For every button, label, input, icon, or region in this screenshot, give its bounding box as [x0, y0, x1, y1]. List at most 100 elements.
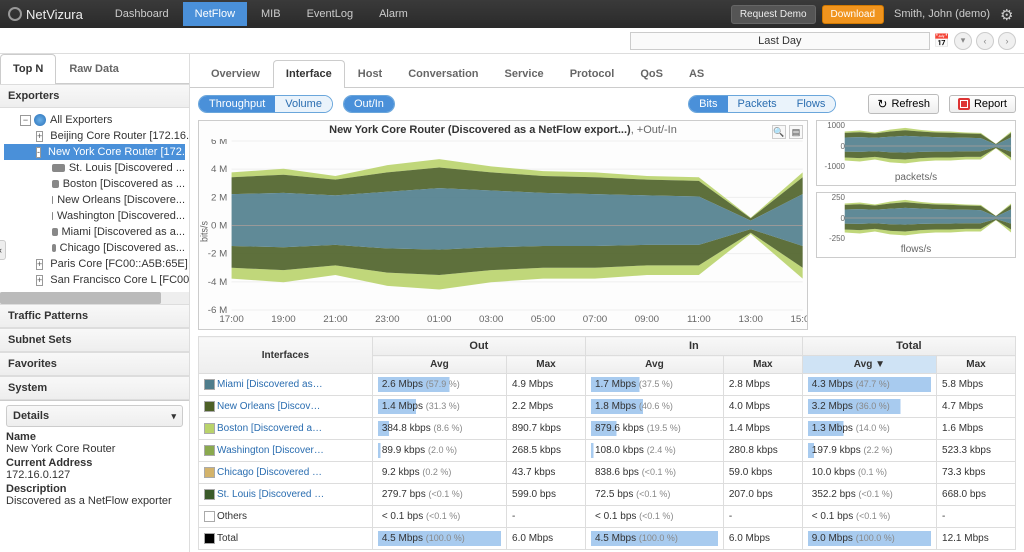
pdf-icon [958, 98, 970, 110]
mini-chart-packets[interactable]: 10000-1000 packets/s [816, 120, 1016, 186]
interface-link[interactable]: Washington [Discovered as a [217, 445, 325, 456]
side-tab-raw-data[interactable]: Raw Data [56, 54, 132, 83]
svg-text:13:00: 13:00 [739, 313, 763, 324]
collapse-icon[interactable]: − [20, 115, 31, 126]
section-system[interactable]: System [0, 376, 189, 400]
svg-text:4 M: 4 M [211, 164, 227, 175]
interfaces-table: Interfaces Out In Total Avg Max Avg Max … [198, 336, 1016, 550]
col-group-out: Out [372, 337, 585, 356]
report-button[interactable]: Report [949, 95, 1016, 113]
pill-flows[interactable]: Flows [787, 96, 836, 112]
topnav-alarm[interactable]: Alarm [367, 2, 420, 26]
table-row: Washington [Discovered as a89.9 kbps (2.… [199, 440, 1016, 462]
pill-packets[interactable]: Packets [728, 96, 787, 112]
tab-as[interactable]: AS [676, 60, 717, 87]
tree-h-scrollbar[interactable] [0, 292, 189, 304]
sidebar-collapse-handle[interactable]: ‹‹ [0, 240, 6, 260]
time-back-button[interactable]: ‹ [976, 32, 994, 50]
tree-item[interactable]: +Paris Core [FC00::A5B:65E] [4, 256, 185, 272]
details-name-value: New York Core Router [6, 443, 183, 455]
tree-item[interactable]: Boston [Discovered as ... [4, 176, 185, 192]
side-tab-top-n[interactable]: Top N [0, 54, 56, 84]
svg-text:05:00: 05:00 [531, 313, 555, 324]
topnav-eventlog[interactable]: EventLog [295, 2, 365, 26]
section-favorites[interactable]: Favorites [0, 352, 189, 376]
table-row: New Orleans [Discovered as1.4 Mbps (31.3… [199, 396, 1016, 418]
col-out-avg[interactable]: Avg [372, 356, 506, 374]
color-swatch [204, 511, 215, 522]
col-in-max[interactable]: Max [723, 356, 802, 374]
tree-item[interactable]: Chicago [Discovered as... [4, 240, 185, 256]
table-row: Total4.5 Mbps (100.0 %)6.0 Mbps4.5 Mbps … [199, 528, 1016, 550]
expand-icon[interactable]: + [36, 259, 43, 270]
tree-item[interactable]: New Orleans [Discovere... [4, 192, 185, 208]
tree-all-exporters[interactable]: −All Exporters [4, 112, 185, 128]
svg-text:21:00: 21:00 [323, 313, 347, 324]
mini-chart-flows[interactable]: 2500-250 flows/s [816, 192, 1016, 258]
user-label[interactable]: Smith, John (demo) [894, 8, 990, 20]
tab-qos[interactable]: QoS [627, 60, 676, 87]
svg-text:17:00: 17:00 [219, 313, 243, 324]
brand-logo[interactable]: NetVizura [8, 7, 83, 22]
time-range-select[interactable]: Last Day [630, 32, 930, 50]
tree-item[interactable]: +Beijing Core Router [172.16.6.94 [4, 128, 185, 144]
chart-zoom-icon[interactable]: 🔍 [772, 125, 786, 139]
interface-link[interactable]: New Orleans [Discovered as [217, 401, 325, 412]
col-out-max[interactable]: Max [507, 356, 586, 374]
details-title: Details [13, 410, 49, 422]
request-demo-button[interactable]: Request Demo [731, 5, 816, 24]
calendar-icon[interactable]: 📅 [934, 33, 950, 49]
interface-link[interactable]: St. Louis [Discovered as a Ne [217, 489, 325, 500]
pill-bits[interactable]: Bits [689, 96, 727, 112]
interface-link[interactable]: Miami [Discovered as a NetF [217, 379, 325, 390]
time-dropdown-button[interactable]: ▾ [954, 32, 972, 50]
section-subnet-sets[interactable]: Subnet Sets [0, 328, 189, 352]
download-button[interactable]: Download [822, 5, 884, 24]
interface-link[interactable]: Boston [Discovered as a Netf [217, 423, 325, 434]
tab-service[interactable]: Service [492, 60, 557, 87]
tree-item[interactable]: St. Louis [Discovered ... [4, 160, 185, 176]
topnav-mib[interactable]: MIB [249, 2, 293, 26]
interface-link[interactable]: Chicago [Discovered as a Ne [217, 467, 325, 478]
refresh-button[interactable]: ↻Refresh [868, 94, 939, 114]
section-traffic-patterns[interactable]: Traffic Patterns [0, 304, 189, 328]
expand-icon[interactable]: + [36, 131, 43, 142]
color-swatch [204, 489, 215, 500]
topnav-netflow[interactable]: NetFlow [183, 2, 247, 26]
col-total-avg[interactable]: Avg ▼ [802, 356, 936, 374]
color-swatch [204, 467, 215, 478]
brand-text: NetVizura [26, 7, 83, 22]
col-in-avg[interactable]: Avg [585, 356, 723, 374]
details-header[interactable]: Details ▾ [6, 405, 183, 427]
chart-legend-icon[interactable]: ▤ [789, 125, 803, 139]
device-icon [52, 180, 59, 188]
logo-icon [8, 7, 22, 21]
svg-text:23:00: 23:00 [375, 313, 399, 324]
tab-conversation[interactable]: Conversation [395, 60, 491, 87]
svg-text:2 M: 2 M [211, 192, 227, 203]
section-exporters[interactable]: Exporters [0, 84, 189, 108]
topnav-dashboard[interactable]: Dashboard [103, 2, 181, 26]
tab-host[interactable]: Host [345, 60, 395, 87]
gear-icon[interactable]: ⚙ [1000, 6, 1016, 22]
direction-pill[interactable]: Out/In [344, 96, 394, 112]
tree-item[interactable]: -New York Core Router [172.16.0 [4, 144, 185, 160]
main-chart[interactable]: New York Core Router (Discovered as a Ne… [198, 120, 808, 330]
pill-volume[interactable]: Volume [275, 96, 332, 112]
time-forward-button[interactable]: › [998, 32, 1016, 50]
tab-overview[interactable]: Overview [198, 60, 273, 87]
tree-item[interactable]: Washington [Discovered... [4, 208, 185, 224]
expand-icon[interactable]: + [36, 275, 43, 286]
col-interfaces[interactable]: Interfaces [199, 337, 373, 374]
col-total-max[interactable]: Max [937, 356, 1016, 374]
pill-throughput[interactable]: Throughput [199, 96, 275, 112]
svg-text:07:00: 07:00 [583, 313, 607, 324]
details-address-value: 172.16.0.127 [6, 469, 183, 481]
col-group-total: Total [802, 337, 1015, 356]
tree-item[interactable]: Miami [Discovered as a... [4, 224, 185, 240]
tab-protocol[interactable]: Protocol [557, 60, 628, 87]
expand-icon[interactable]: - [36, 147, 41, 158]
tree-item[interactable]: +San Francisco Core L [FC00::B... [4, 272, 185, 288]
tab-interface[interactable]: Interface [273, 60, 345, 88]
table-row: Others< 0.1 bps (<0.1 %)-< 0.1 bps (<0.1… [199, 506, 1016, 528]
